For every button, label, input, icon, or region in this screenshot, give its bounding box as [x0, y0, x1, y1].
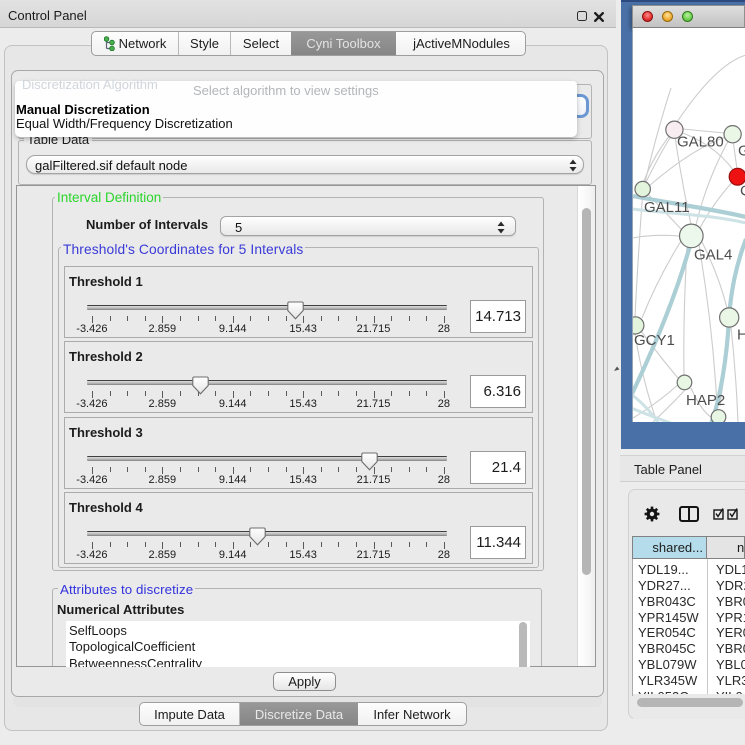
svg-text:H: H	[737, 327, 745, 344]
svg-text:C: C	[740, 183, 745, 200]
svg-text:HAP2: HAP2	[686, 392, 725, 409]
svg-text:GAL11: GAL11	[644, 199, 690, 216]
svg-text:GAL80: GAL80	[677, 134, 724, 151]
svg-text:GAL4: GAL4	[694, 247, 732, 264]
svg-text:GCY1: GCY1	[634, 332, 675, 349]
svg-text:G.: G.	[738, 143, 745, 160]
